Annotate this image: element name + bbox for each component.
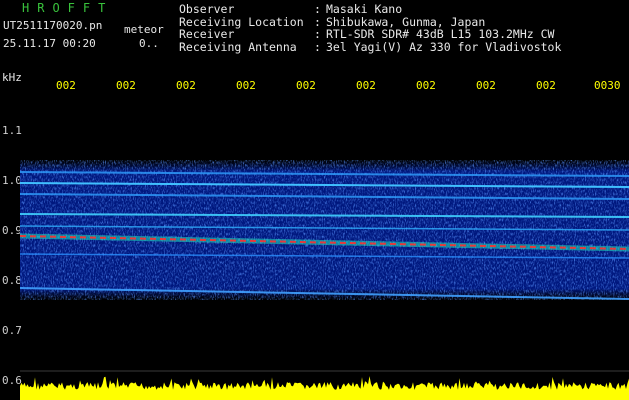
station-info: Observer: Masaki Kano Receiving Location:… (179, 3, 561, 53)
extra-label: 0.. (139, 37, 159, 50)
info-row-antenna: Receiving Antenna:3el Yagi(V) Az 330 for… (179, 41, 561, 54)
time-tick-label: 002 (536, 79, 556, 92)
info-label: Receiver (179, 27, 235, 42)
noise-floor-fill (20, 376, 629, 400)
app-title: HROFFT (22, 1, 114, 15)
spectrogram-display (20, 160, 629, 400)
time-tick-label: 002 (416, 79, 436, 92)
category-label: meteor (124, 23, 164, 36)
info-separator: : (314, 27, 321, 42)
info-label: Observer (179, 2, 235, 16)
time-tick-label: 002 (356, 79, 376, 92)
frequency-tick-label: 1.0 (2, 174, 22, 187)
time-tick-label: 002 (176, 79, 196, 92)
info-value: Masaki Kano (326, 2, 403, 16)
frequency-unit-label: kHz (2, 71, 22, 84)
time-tick-label: 002 (476, 79, 496, 92)
frequency-tick-label: 0.8 (2, 274, 22, 287)
time-tick-label: 002 (296, 79, 316, 92)
info-row-receiver: Receiver: RTL-SDR SDR# 43dB L15 103.2MHz … (179, 28, 561, 41)
info-value: 3el Yagi(V) Az 330 for Vladivostok (326, 39, 562, 54)
info-label: Receiving Antenna (179, 39, 297, 54)
info-separator: : (314, 2, 321, 16)
time-tick-label: 002 (116, 79, 136, 92)
frequency-tick-label: 0.7 (2, 324, 22, 337)
time-tick-label: 002 (56, 79, 76, 92)
time-tick-label: 0030 (594, 79, 621, 92)
info-row-observer: Observer: Masaki Kano (179, 3, 561, 16)
frequency-tick-label: 0.9 (2, 224, 22, 237)
date-label: 25.11.17 00:20 (3, 37, 96, 50)
frequency-tick-label: 1.1 (2, 124, 22, 137)
info-separator: : (314, 39, 321, 54)
filename-label: UT2511170020.pn (3, 19, 103, 32)
noise-floor-plot (20, 376, 629, 400)
info-value: RTL-SDR SDR# 43dB L15 103.2MHz CW (326, 27, 555, 42)
time-tick-label: 002 (236, 79, 256, 92)
frequency-tick-label: 0.6 (2, 374, 22, 387)
